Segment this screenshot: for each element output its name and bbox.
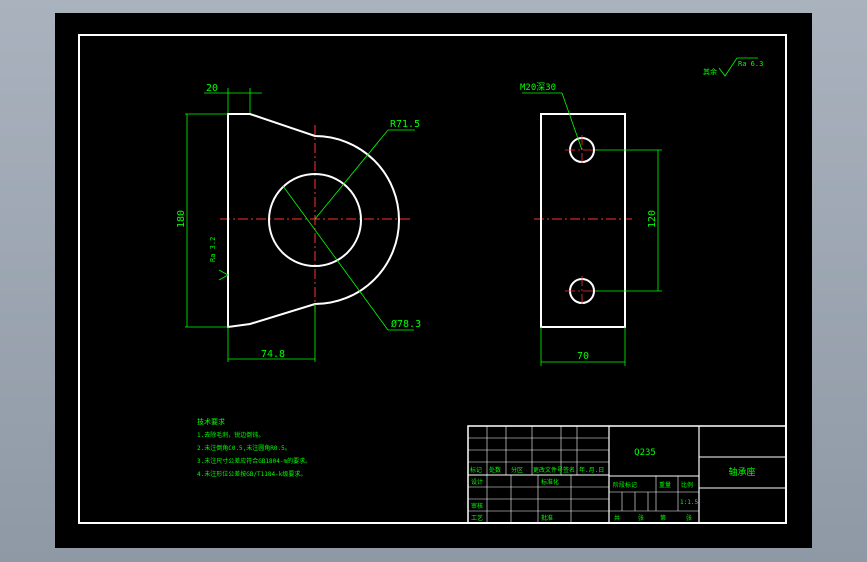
label-process: 工艺 bbox=[471, 514, 483, 522]
tech-note: 2.未注倒角C0.5,未注圆角R0.5。 bbox=[197, 444, 291, 452]
dim-hole-spacing: 120 bbox=[647, 210, 658, 228]
dim-radius-outer: R71.5 bbox=[390, 119, 420, 130]
dim-top-width: 20 bbox=[206, 83, 218, 94]
dim-width: 70 bbox=[577, 351, 589, 362]
label-standardization: 标准化 bbox=[541, 478, 559, 486]
label-sheets-unit: 张 bbox=[638, 514, 644, 522]
label-review: 审核 bbox=[471, 502, 483, 510]
dim-bottom-width: 74.8 bbox=[261, 349, 285, 360]
label-sheet-no: 第 bbox=[660, 514, 666, 522]
cad-drawing: 20 180 Ra 3.2 R71.5 Ø78.3 74.8 M20深30 12… bbox=[55, 13, 812, 548]
tech-notes-title: 技术要求 bbox=[197, 417, 225, 426]
header-zone: 分区 bbox=[511, 466, 523, 474]
dim-thread: M20深30 bbox=[520, 82, 556, 93]
tech-note: 4.未注形位公差按GB/T1184-k级要求。 bbox=[197, 470, 306, 478]
front-surface-finish: Ra 3.2 bbox=[209, 237, 217, 262]
label-design: 设计 bbox=[471, 478, 483, 486]
header-date: 年.月.日 bbox=[579, 466, 604, 474]
label-scale: 比例 bbox=[681, 481, 693, 489]
material: Q235 bbox=[634, 448, 656, 458]
label-stage-mark: 阶段标记 bbox=[613, 481, 637, 489]
label-weight: 重量 bbox=[659, 481, 671, 489]
label-sheets-total: 共 bbox=[614, 514, 620, 522]
header-change-doc: 更改文件号 bbox=[533, 466, 563, 474]
header-mark: 标记 bbox=[470, 466, 482, 474]
tech-note: 3.未注尺寸公差应符合GB1804-m的要求。 bbox=[197, 457, 311, 465]
finish-prefix: 其余 bbox=[703, 67, 717, 76]
dim-hole-diameter: Ø78.3 bbox=[391, 318, 421, 330]
header-signature: 签名 bbox=[563, 466, 575, 474]
label-approve: 批准 bbox=[541, 514, 553, 522]
dim-height: 180 bbox=[176, 210, 187, 228]
scale-value: 1:1.5 bbox=[680, 499, 698, 506]
finish-value: Ra 6.3 bbox=[738, 60, 763, 68]
label-sheet-unit: 张 bbox=[686, 514, 692, 522]
tech-note: 1.去除毛刺，锐边倒钝。 bbox=[197, 431, 264, 439]
header-count: 处数 bbox=[489, 466, 501, 474]
part-name: 轴承座 bbox=[728, 466, 755, 478]
